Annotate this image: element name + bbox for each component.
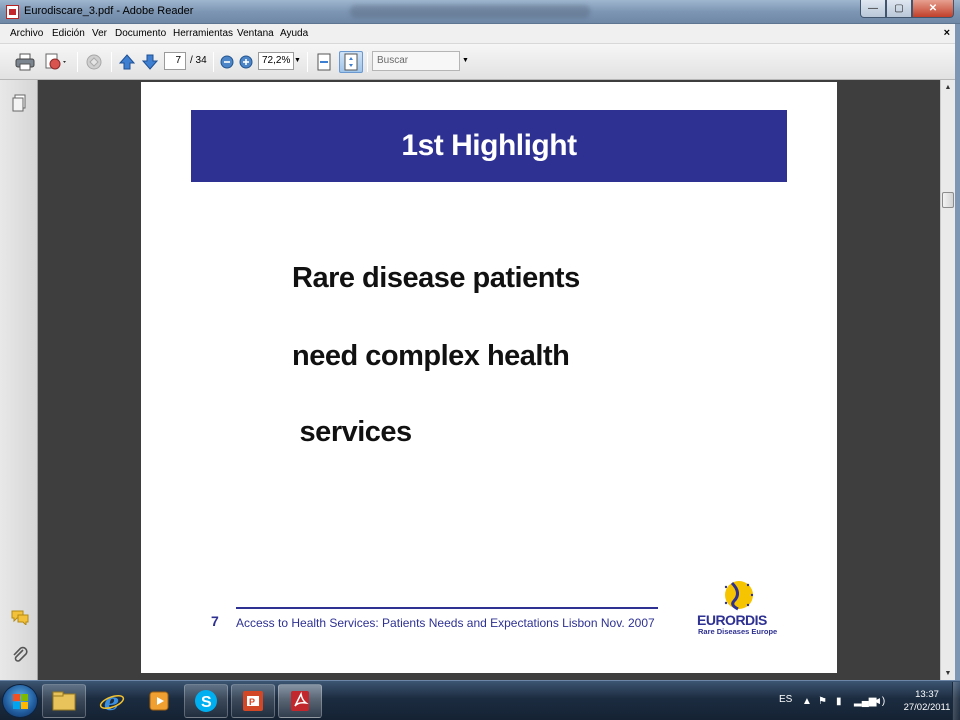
footer-page-number: 7	[211, 613, 219, 629]
blurred-title-area	[350, 5, 590, 18]
close-button[interactable]: ✕	[912, 0, 954, 18]
menu-bar: Archivo Edición Ver Documento Herramient…	[0, 24, 960, 44]
slide-body-line-2: need complex health	[292, 340, 570, 372]
zoom-dropdown-icon[interactable]: ▼	[294, 57, 301, 64]
save-edit-icon[interactable]	[42, 51, 70, 73]
menu-ayuda[interactable]: Ayuda	[280, 28, 308, 39]
close-document-button[interactable]: ×	[944, 27, 950, 39]
logo-subtitle: Rare Diseases Europe	[698, 627, 778, 636]
title-bar: Eurodiscare_3.pdf - Adobe Reader — ▢ ✕	[0, 0, 960, 24]
vertical-scrollbar[interactable]: ▲ ▼	[940, 80, 955, 680]
pdf-app-icon	[6, 5, 19, 19]
window-frame-edge	[955, 24, 960, 680]
action-center-flag-icon[interactable]: ⚑	[818, 696, 827, 707]
toolbar	[0, 44, 960, 80]
media-player-icon[interactable]	[137, 684, 181, 718]
menu-ventana[interactable]: Ventana	[237, 28, 274, 39]
logo-name: EURORDIS	[697, 612, 767, 628]
maximize-button[interactable]: ▢	[886, 0, 912, 18]
prev-page-icon[interactable]	[116, 51, 138, 73]
skype-icon[interactable]: S	[184, 684, 228, 718]
footer-text: Access to Health Services: Patients Need…	[236, 616, 655, 630]
show-hidden-icons-icon[interactable]: ▲	[802, 696, 812, 707]
minimize-button[interactable]: —	[860, 0, 886, 18]
toolbar-separator	[307, 52, 308, 72]
show-desktop-button[interactable]	[952, 682, 960, 720]
zoom-in-icon[interactable]	[237, 51, 255, 73]
search-input[interactable]: Buscar	[372, 51, 460, 71]
next-page-icon[interactable]	[139, 51, 161, 73]
page-total: / 34	[190, 55, 207, 66]
scroll-up-icon[interactable]: ▲	[941, 80, 955, 94]
comments-panel-icon[interactable]	[11, 609, 29, 630]
menu-edicion[interactable]: Edición	[52, 28, 85, 39]
toolbar-separator	[367, 52, 368, 72]
language-indicator[interactable]: ES	[779, 694, 792, 705]
pdf-page: 1st Highlight Rare disease patients need…	[141, 82, 837, 673]
menu-archivo[interactable]: Archivo	[10, 28, 43, 39]
collaborate-icon[interactable]	[82, 51, 106, 73]
adobe-reader-icon[interactable]	[278, 684, 322, 718]
menu-documento[interactable]: Documento	[115, 28, 166, 39]
slide-title-banner: 1st Highlight	[191, 110, 787, 182]
slide-body-line-1: Rare disease patients	[292, 262, 580, 294]
fit-width-icon[interactable]	[313, 51, 335, 73]
clock-time: 13:37	[915, 689, 939, 700]
slide-body-line-3: services	[292, 416, 413, 448]
menu-herramientas[interactable]: Herramientas	[173, 28, 233, 39]
print-icon[interactable]	[12, 51, 38, 73]
toolbar-separator	[111, 52, 112, 72]
clock[interactable]: 13:37 27/02/2011	[902, 688, 952, 714]
window-controls: — ▢ ✕	[860, 0, 954, 18]
toolbar-separator	[77, 52, 78, 72]
scroll-down-icon[interactable]: ▼	[941, 666, 955, 680]
svg-text:S: S	[201, 694, 212, 711]
attachments-panel-icon[interactable]	[12, 646, 28, 669]
scroll-thumb[interactable]	[942, 192, 954, 208]
power-icon[interactable]: ▮	[836, 696, 842, 707]
menu-ver[interactable]: Ver	[92, 28, 107, 39]
svg-text:e: e	[104, 688, 119, 714]
internet-explorer-icon[interactable]: e	[90, 684, 134, 718]
search-dropdown-icon[interactable]: ▼	[462, 57, 469, 64]
zoom-input[interactable]: 72,2%	[258, 52, 294, 70]
toolbar-separator	[213, 52, 214, 72]
fit-page-icon[interactable]	[339, 51, 363, 73]
powerpoint-icon[interactable]: P	[231, 684, 275, 718]
window-title: Eurodiscare_3.pdf - Adobe Reader	[24, 5, 194, 17]
clock-date: 27/02/2011	[903, 702, 951, 713]
page-number-input[interactable]: 7	[164, 52, 186, 70]
explorer-icon[interactable]	[42, 684, 86, 718]
pages-panel-icon[interactable]	[12, 94, 26, 117]
zoom-out-icon[interactable]	[218, 51, 236, 73]
volume-icon[interactable]: ◄)	[872, 696, 885, 707]
navigation-pane	[0, 80, 38, 680]
svg-text:P: P	[249, 697, 255, 707]
start-button[interactable]	[2, 684, 38, 718]
slide-title: 1st Highlight	[401, 129, 577, 162]
footer-rule	[236, 607, 658, 609]
